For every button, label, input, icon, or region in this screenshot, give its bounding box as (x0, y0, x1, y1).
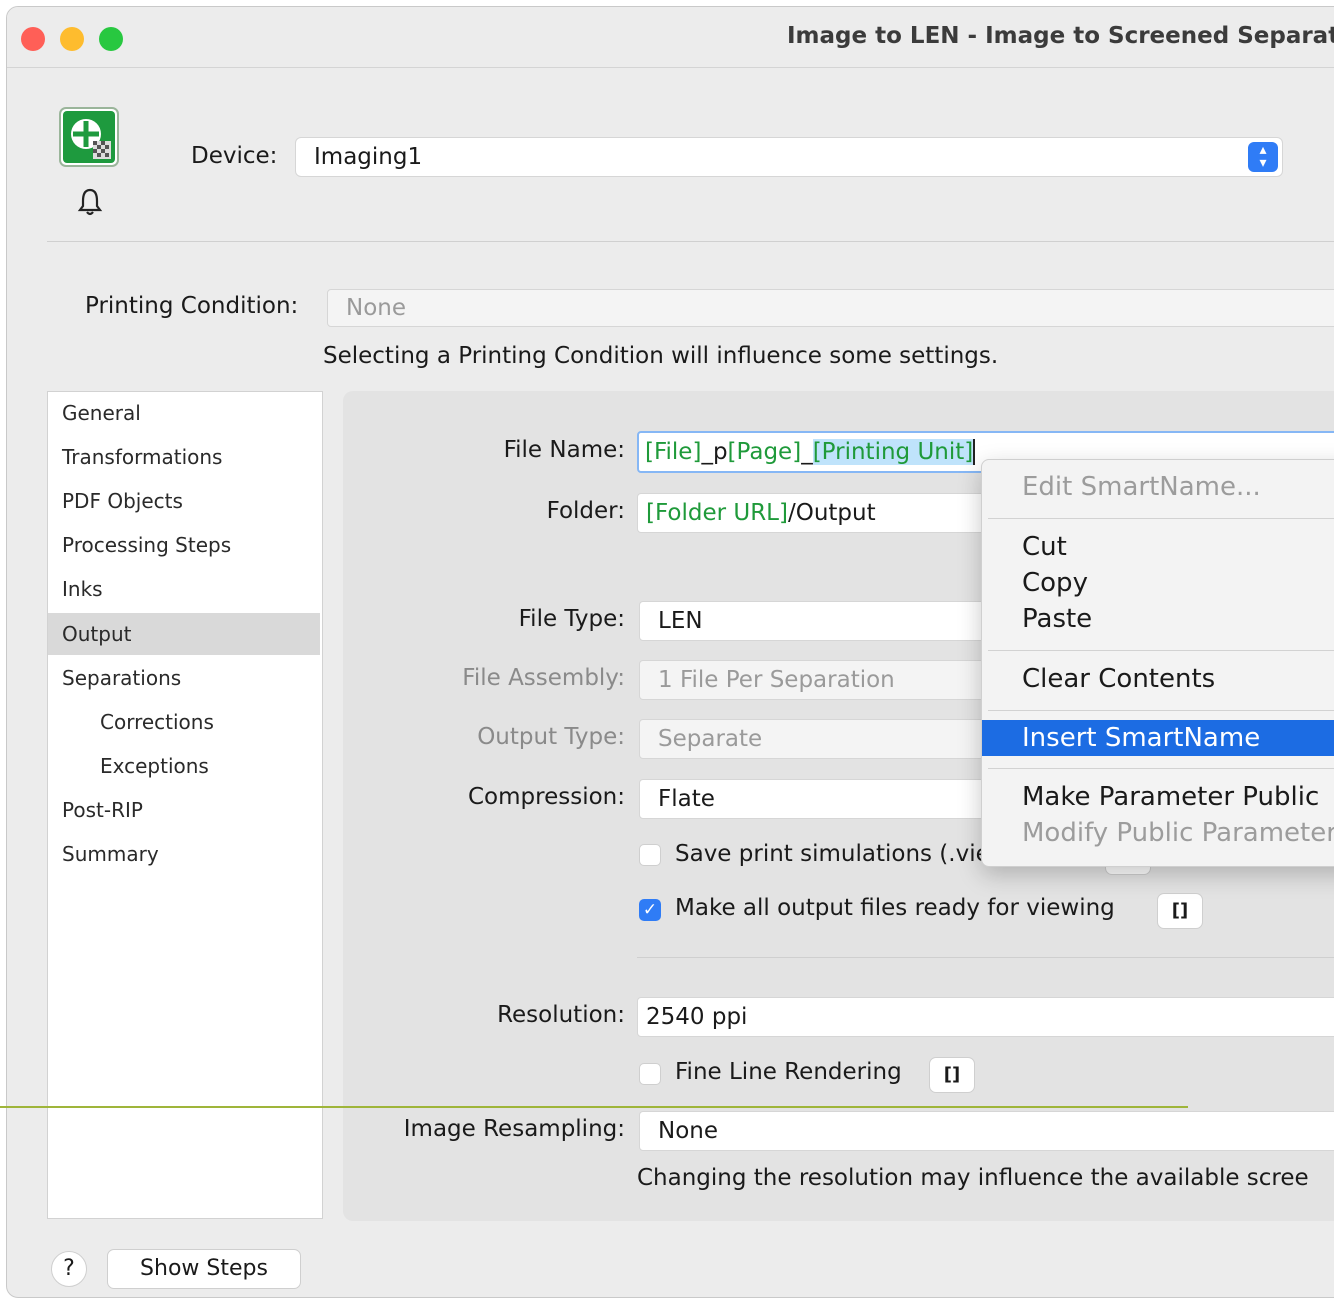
title-bar: Image to LEN - Image to Screened Separat… (7, 7, 1334, 68)
image-resampling-value: None (658, 1118, 719, 1144)
context-menu: Edit SmartName... Cut Copy Paste Clear C… (981, 459, 1334, 867)
show-steps-button[interactable]: Show Steps (107, 1249, 301, 1289)
menu-item-edit-smartname[interactable]: Edit SmartName... (1022, 472, 1261, 502)
menu-item-modify-public-parameter[interactable]: Modify Public Parameter (1022, 818, 1334, 848)
make-ready-for-viewing-checkbox[interactable]: ✓ (639, 899, 661, 921)
text-cursor (973, 439, 976, 465)
publish-parameter-button[interactable]: [] (1157, 893, 1203, 929)
ticket-icon[interactable] (59, 107, 119, 167)
save-print-simulations-checkbox[interactable] (639, 844, 661, 866)
menu-separator (988, 650, 1334, 651)
file-name-text: _ (801, 439, 813, 465)
smartname-token-file: [File] (645, 439, 702, 465)
folder-text: /Output (787, 500, 876, 526)
help-button[interactable]: ? (51, 1251, 87, 1287)
divider (47, 241, 1334, 242)
fine-line-rendering-label: Fine Line Rendering (675, 1059, 902, 1085)
sidebar-item-output[interactable]: Output (48, 613, 320, 655)
annotation-line (0, 1106, 1188, 1108)
sidebar-item-inks[interactable]: Inks (48, 568, 320, 610)
menu-item-make-parameter-public[interactable]: Make Parameter Public (1022, 782, 1319, 812)
menu-item-paste[interactable]: Paste (1022, 604, 1092, 634)
menu-separator (988, 768, 1334, 769)
menu-separator (988, 710, 1334, 711)
printing-condition-value: None (346, 295, 407, 321)
device-select-value: Imaging1 (314, 144, 423, 170)
printing-condition-select[interactable]: None (327, 289, 1334, 327)
device-label: Device: (191, 143, 278, 169)
sidebar-item-summary[interactable]: Summary (48, 833, 320, 875)
sidebar-item-pdf-objects[interactable]: PDF Objects (48, 480, 320, 522)
printing-condition-note: Selecting a Printing Condition will infl… (323, 343, 999, 369)
sidebar-item-corrections[interactable]: Corrections (48, 701, 320, 743)
minimize-window-button[interactable] (60, 27, 84, 51)
sidebar-item-separations[interactable]: Separations (48, 657, 320, 699)
category-sidebar: General Transformations PDF Objects Proc… (47, 391, 323, 1219)
close-window-button[interactable] (21, 27, 45, 51)
smartname-token-page: [Page] (727, 439, 802, 465)
sidebar-item-general[interactable]: General (48, 392, 320, 434)
sidebar-item-exceptions[interactable]: Exceptions (48, 745, 320, 787)
file-name-text: _p (701, 439, 728, 465)
bell-icon[interactable] (77, 187, 103, 217)
menu-item-copy[interactable]: Copy (1022, 568, 1088, 598)
smartname-token-printing-unit: [Printing Unit] (812, 439, 974, 465)
resolution-value: 2540 ppi (646, 1004, 748, 1030)
sidebar-item-processing-steps[interactable]: Processing Steps (48, 524, 320, 566)
menu-item-cut[interactable]: Cut (1022, 532, 1067, 562)
resolution-field[interactable]: 2540 ppi (637, 997, 1334, 1037)
output-type-value: Separate (658, 726, 763, 752)
image-resampling-select[interactable]: None (639, 1111, 1334, 1151)
file-type-label: File Type: (518, 606, 625, 632)
sidebar-item-post-rip[interactable]: Post-RIP (48, 789, 320, 831)
file-assembly-label: File Assembly: (462, 665, 625, 691)
maximize-window-button[interactable] (99, 27, 123, 51)
resolution-label: Resolution: (497, 1002, 625, 1028)
publish-parameter-button[interactable]: [] (929, 1057, 975, 1093)
smartname-token-folder-url: [Folder URL] (646, 500, 788, 526)
file-assembly-value: 1 File Per Separation (658, 667, 895, 693)
folder-label: Folder: (546, 498, 625, 524)
fine-line-rendering-checkbox[interactable] (639, 1063, 661, 1085)
printing-condition-label: Printing Condition: (85, 293, 299, 319)
compression-label: Compression: (468, 784, 625, 810)
window-title: Image to LEN - Image to Screened Separat… (787, 23, 1334, 49)
make-ready-for-viewing-label: Make all output files ready for viewing (675, 895, 1115, 921)
device-select[interactable]: Imaging1 ▴ ▾ (295, 137, 1283, 177)
app-window: Image to LEN - Image to Screened Separat… (6, 6, 1334, 1298)
divider (637, 957, 1334, 958)
file-type-value: LEN (658, 608, 703, 634)
menu-item-clear-contents[interactable]: Clear Contents (1022, 664, 1215, 694)
compression-value: Flate (658, 786, 715, 812)
output-type-label: Output Type: (477, 724, 625, 750)
menu-separator (988, 518, 1334, 519)
select-stepper-icon: ▴ ▾ (1248, 142, 1278, 172)
menu-item-insert-smartname[interactable]: Insert SmartName (1022, 723, 1260, 753)
resolution-note: Changing the resolution may influence th… (637, 1165, 1309, 1191)
file-name-label: File Name: (503, 437, 625, 463)
image-resampling-label: Image Resampling: (403, 1116, 625, 1142)
sidebar-item-transformations[interactable]: Transformations (48, 436, 320, 478)
